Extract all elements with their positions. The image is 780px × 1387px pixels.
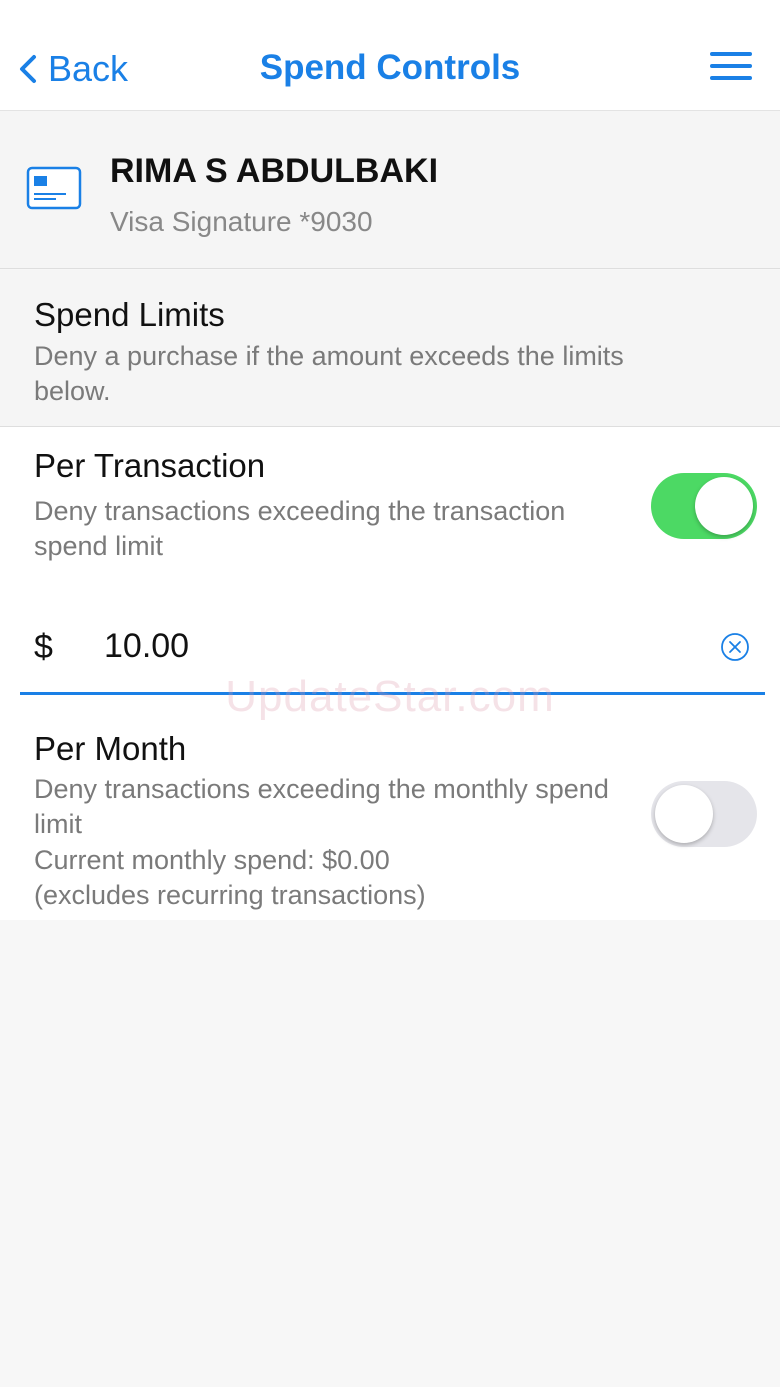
per-month-description: Deny transactions exceeding the monthly …: [34, 774, 609, 839]
current-monthly-spend: Current monthly spend: $0.00: [34, 845, 390, 875]
watermark: UpdateStar.com: [225, 672, 555, 721]
card-type-label: Visa Signature *9030: [110, 206, 373, 237]
cardholder-name: RIMA S ABDULBAKI: [110, 152, 439, 190]
spend-limits-description: Deny a purchase if the amount exceeds th…: [34, 341, 624, 406]
page-title: Spend Controls: [259, 48, 521, 87]
currency-symbol: $: [34, 628, 53, 666]
toggle-knob: [655, 785, 713, 843]
toggle-knob: [695, 477, 753, 535]
hamburger-menu-icon[interactable]: [710, 52, 752, 84]
recurring-note: (excludes recurring transactions): [34, 880, 426, 910]
per-transaction-description: Deny transactions exceeding the transact…: [34, 496, 566, 561]
per-transaction-title: Per Transaction: [34, 447, 266, 484]
clear-icon[interactable]: [720, 632, 750, 662]
credit-card-icon: [26, 166, 82, 210]
nav-bar: Back Spend Controls: [0, 0, 780, 111]
per-transaction-toggle[interactable]: [651, 473, 757, 539]
per-month-toggle[interactable]: [651, 781, 757, 847]
transaction-limit-input[interactable]: [104, 620, 684, 672]
spend-limits-title: Spend Limits: [34, 296, 225, 333]
per-month-title: Per Month: [34, 730, 187, 767]
